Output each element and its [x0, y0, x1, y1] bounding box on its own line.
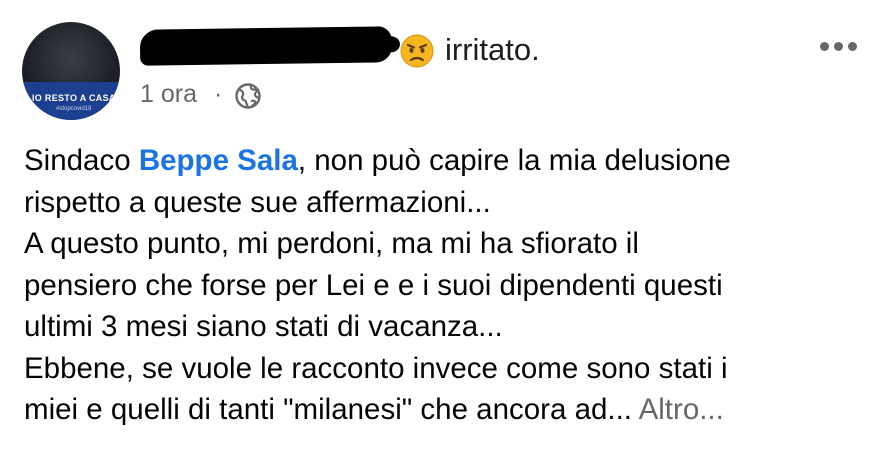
post-line: Sindaco Beppe Sala, non può capire la mi… — [24, 140, 874, 182]
post-text-segment: miei e quelli di tanti "milanesi" che an… — [24, 393, 632, 426]
post-line: ultimi 3 mesi siano stati di vacanza... — [24, 310, 503, 343]
post-line: Ebbene, se vuole le racconto invece come… — [24, 351, 728, 385]
redacted-author-name — [139, 26, 393, 66]
post-text-segment: , non può capire la mia delusione — [297, 144, 731, 177]
menu-dot — [834, 42, 843, 51]
meta-separator: · — [214, 80, 223, 108]
see-more-link[interactable]: Altro... — [639, 393, 724, 426]
profile-avatar[interactable]: IO RESTO A CASA #stopcovid19 — [22, 22, 120, 120]
feeling-label: irritato. — [445, 32, 540, 67]
more-options-icon[interactable] — [820, 42, 857, 51]
mention-link[interactable]: Beppe Sala — [139, 144, 298, 177]
avatar-banner-subtext: #stopcovid19 — [56, 106, 92, 112]
post-line: A questo punto, mi perdoni, ma mi ha sfi… — [24, 227, 639, 260]
post-line: miei e quelli di tanti "milanesi" che an… — [24, 389, 874, 431]
post-timestamp[interactable]: 1 ora — [140, 80, 197, 109]
avatar-banner-text: IO RESTO A CASA — [32, 93, 116, 103]
post-line: pensiero che forse per Lei e e i suoi di… — [24, 268, 723, 302]
post-line: rispetto a queste sue affermazioni... — [24, 185, 491, 219]
menu-dot — [848, 42, 857, 51]
post-text-segment: Sindaco — [24, 144, 139, 177]
menu-dot — [820, 42, 829, 51]
globe-icon[interactable] — [234, 82, 262, 110]
post-text: Sindaco Beppe Sala, non può capire la mi… — [24, 140, 874, 431]
angry-face-icon — [400, 34, 434, 68]
